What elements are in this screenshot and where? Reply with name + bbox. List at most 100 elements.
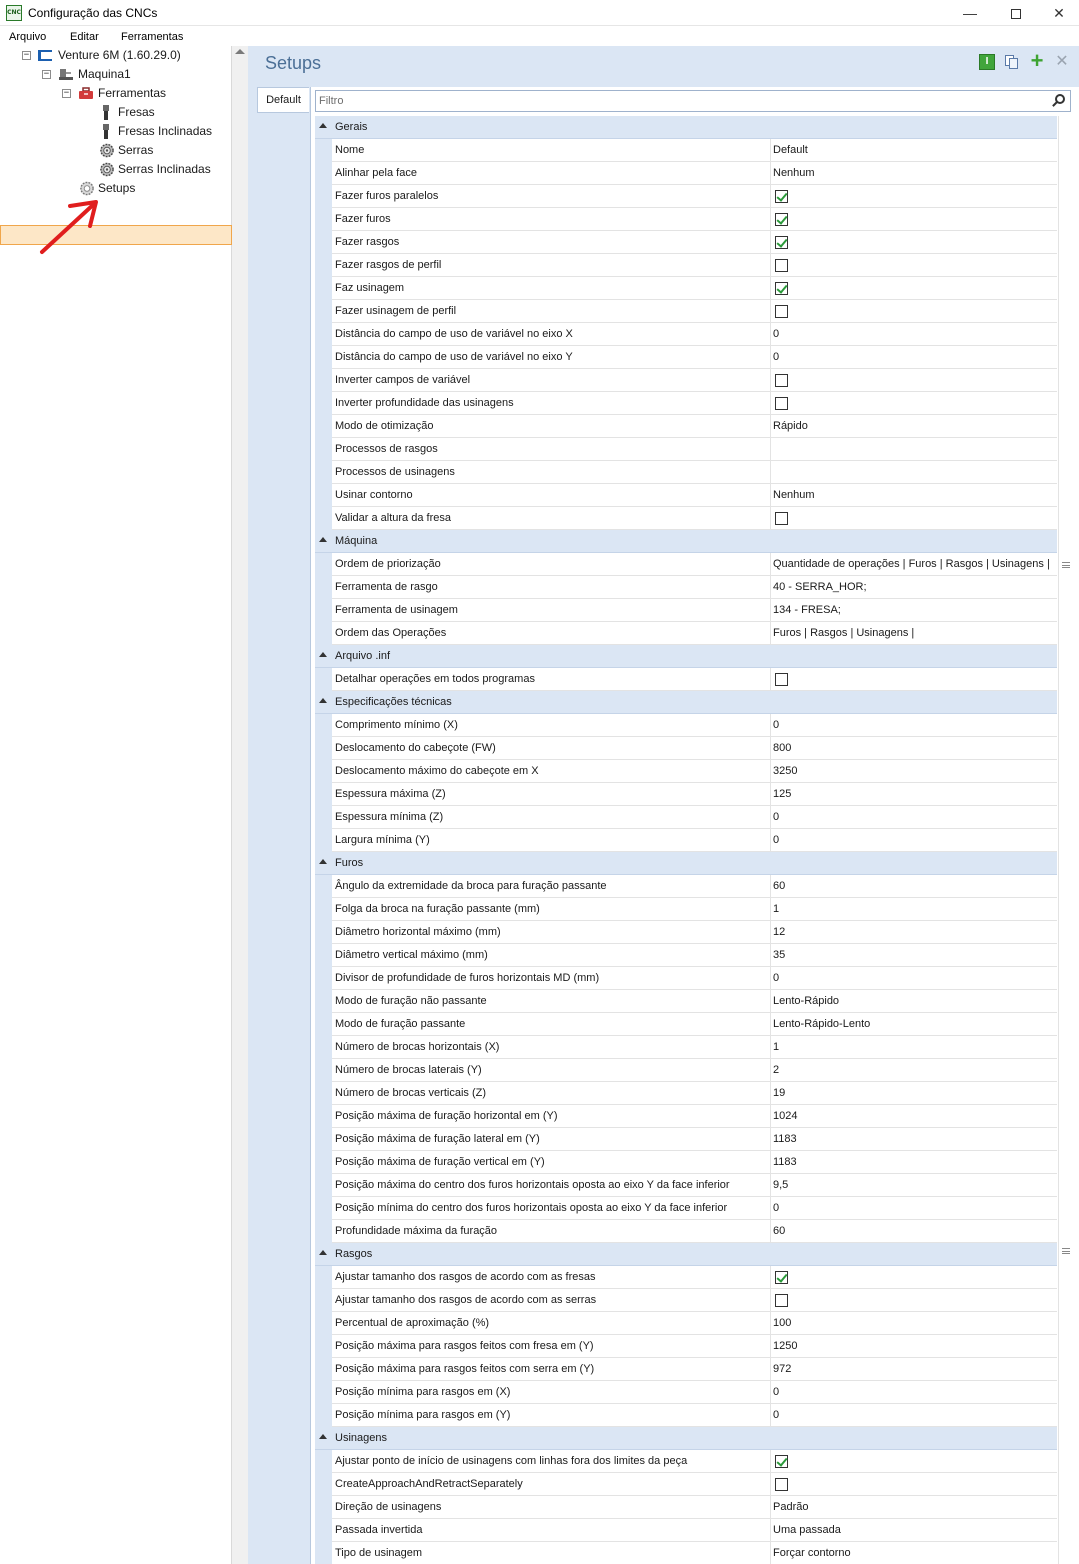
property-value[interactable]: Nenhum (773, 489, 1057, 501)
delete-icon[interactable]: ✕ (1054, 54, 1070, 70)
menu-editar[interactable]: Editar (70, 31, 99, 43)
grid-scrollbar[interactable] (1058, 116, 1072, 1564)
property-value[interactable]: 19 (773, 1087, 1057, 1099)
property-row[interactable]: Posição máxima para rasgos feitos com se… (315, 1358, 1057, 1381)
filter-input[interactable] (319, 93, 1019, 109)
property-row[interactable]: Faz usinagem (315, 277, 1057, 300)
property-row[interactable]: Largura mínima (Y) 0 (315, 829, 1057, 852)
add-icon[interactable]: + (1029, 50, 1045, 72)
tree-scrollbar[interactable] (232, 46, 248, 1564)
property-row[interactable]: Posição mínima do centro dos furos horiz… (315, 1197, 1057, 1220)
property-row[interactable]: Ordem das Operações Furos | Rasgos | Usin… (315, 622, 1057, 645)
property-value[interactable]: 2 (773, 1064, 1057, 1076)
property-value[interactable]: Padrão (773, 1501, 1057, 1513)
property-value[interactable]: 1024 (773, 1110, 1057, 1122)
property-row[interactable]: Ordem de priorização Quantidade de operaç… (315, 553, 1057, 576)
property-row[interactable]: Ajustar tamanho dos rasgos de acordo com… (315, 1266, 1057, 1289)
property-checkbox[interactable] (775, 259, 788, 272)
property-value[interactable]: Rápido (773, 420, 1057, 432)
property-checkbox[interactable] (775, 1271, 788, 1284)
property-value[interactable]: 40 - SERRA_HOR; (773, 581, 1057, 593)
property-row[interactable]: Alinhar pela face Nenhum (315, 162, 1057, 185)
section-header[interactable]: Arquivo .inf (315, 645, 1057, 668)
property-checkbox[interactable] (775, 305, 788, 318)
property-checkbox[interactable] (775, 190, 788, 203)
property-value[interactable]: 0 (773, 719, 1057, 731)
menu-ferramentas[interactable]: Ferramentas (121, 31, 183, 43)
maximize-button[interactable] (993, 0, 1039, 26)
tree-node-serras[interactable]: Serras (0, 141, 232, 160)
section-header[interactable]: Especificações técnicas (315, 691, 1057, 714)
collapse-icon[interactable]: − (62, 89, 71, 98)
scroll-grip-icon[interactable] (1062, 1248, 1070, 1254)
tab-default[interactable]: Default (257, 87, 309, 113)
property-value[interactable]: 1183 (773, 1156, 1057, 1168)
collapse-caret-icon[interactable] (319, 859, 327, 864)
property-value[interactable]: 0 (773, 351, 1057, 363)
property-row[interactable]: Diâmetro vertical máximo (mm) 35 (315, 944, 1057, 967)
collapse-caret-icon[interactable] (319, 123, 327, 128)
collapse-caret-icon[interactable] (319, 1434, 327, 1439)
property-value[interactable]: Nenhum (773, 167, 1057, 179)
property-row[interactable]: Ajustar tamanho dos rasgos de acordo com… (315, 1289, 1057, 1312)
property-row[interactable]: Posição máxima para rasgos feitos com fr… (315, 1335, 1057, 1358)
property-checkbox[interactable] (775, 1478, 788, 1491)
property-value[interactable]: 125 (773, 788, 1057, 800)
property-value[interactable]: Lento-Rápido (773, 995, 1057, 1007)
property-checkbox[interactable] (775, 213, 788, 226)
property-checkbox[interactable] (775, 1455, 788, 1468)
property-row[interactable]: Posição mínima para rasgos em (Y) 0 (315, 1404, 1057, 1427)
property-row[interactable]: Inverter campos de variável (315, 369, 1057, 392)
property-row[interactable]: Distância do campo de uso de variável no… (315, 323, 1057, 346)
property-row[interactable]: Ferramenta de usinagem 134 - FRESA; (315, 599, 1057, 622)
property-row[interactable]: Processos de usinagens (315, 461, 1057, 484)
info-icon[interactable]: I (979, 54, 995, 70)
property-value[interactable]: 60 (773, 880, 1057, 892)
tree-node-setups[interactable]: Setups (0, 179, 232, 198)
property-value[interactable]: Default (773, 144, 1057, 156)
property-value[interactable]: 9,5 (773, 1179, 1057, 1191)
collapse-caret-icon[interactable] (319, 652, 327, 657)
section-header[interactable]: Usinagens (315, 1427, 1057, 1450)
scroll-up-icon[interactable] (235, 49, 245, 54)
property-checkbox[interactable] (775, 673, 788, 686)
property-checkbox[interactable] (775, 236, 788, 249)
property-row[interactable]: Diâmetro horizontal máximo (mm) 12 (315, 921, 1057, 944)
property-row[interactable]: Modo de otimização Rápido (315, 415, 1057, 438)
property-value[interactable]: 800 (773, 742, 1057, 754)
property-value[interactable]: 1 (773, 1041, 1057, 1053)
property-row[interactable]: Espessura máxima (Z) 125 (315, 783, 1057, 806)
collapse-icon[interactable]: − (22, 51, 31, 60)
property-row[interactable]: Número de brocas horizontais (X) 1 (315, 1036, 1057, 1059)
tree-node-fresas[interactable]: Fresas (0, 103, 232, 122)
property-value[interactable]: 0 (773, 1202, 1057, 1214)
property-value[interactable]: 0 (773, 328, 1057, 340)
property-value[interactable]: 0 (773, 972, 1057, 984)
property-checkbox[interactable] (775, 1294, 788, 1307)
property-value[interactable]: 100 (773, 1317, 1057, 1329)
property-value[interactable]: 1 (773, 903, 1057, 915)
property-row[interactable]: Distância do campo de uso de variável no… (315, 346, 1057, 369)
property-value[interactable]: 35 (773, 949, 1057, 961)
property-value[interactable]: Uma passada (773, 1524, 1057, 1536)
copy-icon[interactable] (1004, 54, 1020, 70)
property-row[interactable]: Folga da broca na furação passante (mm) 1 (315, 898, 1057, 921)
property-row[interactable]: Usinar contorno Nenhum (315, 484, 1057, 507)
menu-arquivo[interactable]: Arquivo (9, 31, 46, 43)
tree-node-serras-inclinadas[interactable]: Serras Inclinadas (0, 160, 232, 179)
property-row[interactable]: Deslocamento do cabeçote (FW) 800 (315, 737, 1057, 760)
property-row[interactable]: Inverter profundidade das usinagens (315, 392, 1057, 415)
property-row[interactable]: Detalhar operações em todos programas (315, 668, 1057, 691)
section-header[interactable]: Rasgos (315, 1243, 1057, 1266)
property-value[interactable]: 60 (773, 1225, 1057, 1237)
tree-node-ferramentas[interactable]: − Ferramentas (0, 84, 232, 103)
collapse-caret-icon[interactable] (319, 698, 327, 703)
property-value[interactable]: 0 (773, 1386, 1057, 1398)
close-button[interactable]: ✕ (1039, 0, 1079, 26)
collapse-caret-icon[interactable] (319, 537, 327, 542)
property-value[interactable]: 1250 (773, 1340, 1057, 1352)
property-row[interactable]: Nome Default (315, 139, 1057, 162)
collapse-caret-icon[interactable] (319, 1250, 327, 1255)
property-row[interactable]: Ângulo da extremidade da broca para fura… (315, 875, 1057, 898)
property-row[interactable]: Posição mínima para rasgos em (X) 0 (315, 1381, 1057, 1404)
